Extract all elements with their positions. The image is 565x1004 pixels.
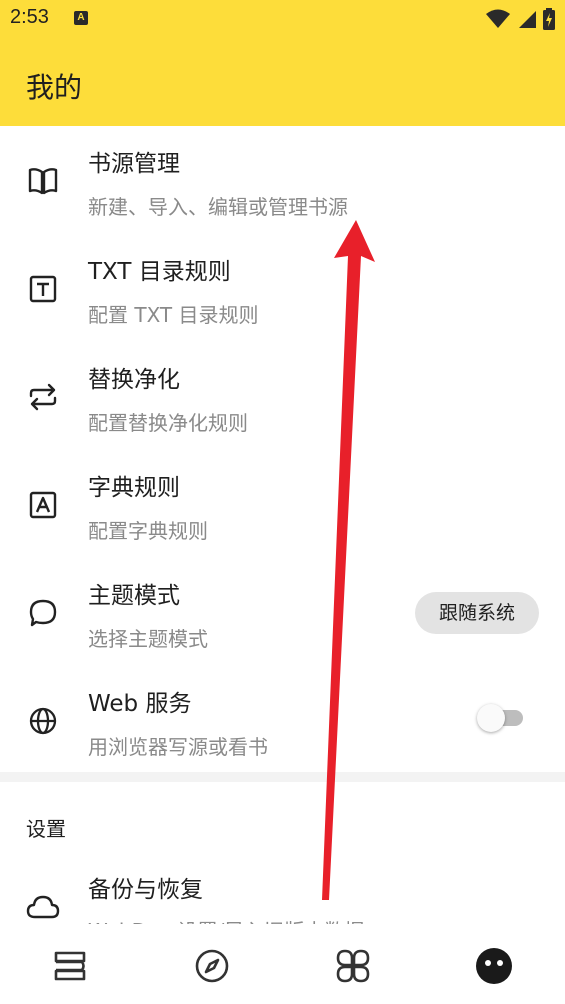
status-bar: 2:53 A: [0, 0, 565, 38]
menu-item-web-service[interactable]: Web 服务 用浏览器写源或看书: [0, 666, 565, 774]
settings-section-label: 设置: [26, 817, 66, 841]
text-t-icon: [24, 270, 62, 308]
app-bar: 我的: [0, 38, 565, 126]
menu-item-title: 主题模式: [88, 583, 180, 609]
menu-item-title: TXT 目录规则: [88, 259, 231, 285]
menu-item-title: 替换净化: [88, 367, 180, 393]
menu-item-replace-purify[interactable]: 替换净化 配置替换净化规则: [0, 342, 565, 450]
menu-item-title: 字典规则: [88, 475, 180, 501]
menu-item-book-source[interactable]: 书源管理 新建、导入、编辑或管理书源: [0, 126, 565, 234]
section-divider: [0, 772, 565, 782]
a-badge-icon: A: [74, 11, 88, 25]
cloud-icon: [24, 888, 62, 924]
compass-icon: [195, 949, 229, 983]
book-open-icon: [24, 162, 62, 200]
menu-item-subtitle: 用浏览器写源或看书: [88, 735, 268, 759]
page-title: 我的: [26, 71, 83, 104]
rss-grid-icon: [336, 949, 370, 983]
wifi-icon: [486, 9, 510, 28]
theme-mode-value-chip[interactable]: 跟随系统: [415, 592, 539, 634]
globe-icon: [24, 702, 62, 740]
web-service-switch[interactable]: [477, 704, 523, 732]
my-menu-list: 书源管理 新建、导入、编辑或管理书源 TXT 目录规则 配置 TXT 目录规则 …: [0, 126, 565, 774]
system-icons: [485, 8, 555, 30]
dictionary-a-icon: [24, 486, 62, 524]
switch-thumb: [477, 704, 505, 732]
menu-item-subtitle: WebDav 设置/导入旧版本数据: [88, 915, 364, 924]
profile-face-icon: [476, 948, 512, 984]
theme-bubble-icon: [24, 594, 62, 632]
menu-item-title: 书源管理: [88, 151, 180, 177]
nav-bookshelf[interactable]: [50, 946, 90, 986]
swap-arrows-icon: [24, 378, 62, 416]
menu-item-subtitle: 配置 TXT 目录规则: [88, 303, 259, 327]
nav-my[interactable]: [474, 946, 514, 986]
bottom-navigation: [0, 924, 565, 1004]
nav-discover[interactable]: [192, 946, 232, 986]
menu-item-subtitle: 配置替换净化规则: [88, 411, 248, 435]
menu-item-subtitle: 选择主题模式: [88, 627, 208, 651]
menu-item-backup-restore[interactable]: 备份与恢复 WebDav 设置/导入旧版本数据: [0, 852, 565, 924]
menu-item-theme-mode[interactable]: 主题模式 选择主题模式 跟随系统: [0, 558, 565, 666]
battery-charging-icon: [543, 8, 555, 30]
status-time: 2:53: [10, 6, 49, 28]
menu-item-title: Web 服务: [88, 691, 192, 717]
menu-item-title: 备份与恢复: [88, 877, 203, 903]
cellular-signal-icon: [519, 11, 536, 28]
nav-rss[interactable]: [333, 946, 373, 986]
menu-item-subtitle: 新建、导入、编辑或管理书源: [88, 195, 348, 219]
bookshelf-icon: [54, 951, 86, 981]
menu-item-dictionary-rules[interactable]: 字典规则 配置字典规则: [0, 450, 565, 558]
menu-item-subtitle: 配置字典规则: [88, 519, 208, 543]
menu-item-txt-toc-rules[interactable]: TXT 目录规则 配置 TXT 目录规则: [0, 234, 565, 342]
